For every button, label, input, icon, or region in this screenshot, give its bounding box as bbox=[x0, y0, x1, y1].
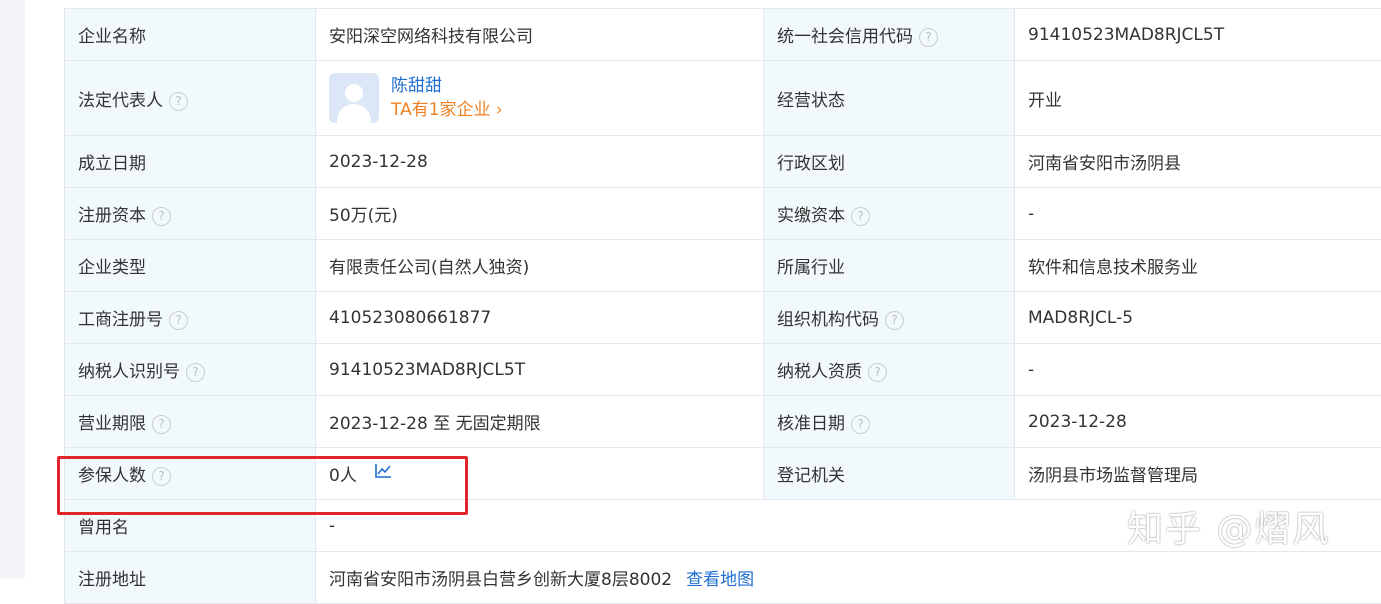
label-admin-region: 行政区划 bbox=[764, 136, 1015, 188]
help-icon[interactable]: ? bbox=[152, 415, 171, 434]
value-taxpayer-id: 91410523MAD8RJCL5T bbox=[316, 344, 764, 396]
table-row: 成立日期 2023-12-28 行政区划 河南省安阳市汤阴县 bbox=[65, 136, 1381, 188]
legal-rep-companies-link[interactable]: TA有1家企业 › bbox=[391, 98, 503, 122]
label-registered-capital: 注册资本? bbox=[65, 188, 316, 240]
label-credit-code: 统一社会信用代码? bbox=[764, 9, 1015, 61]
value-registration-authority: 汤阴县市场监督管理局 bbox=[1015, 448, 1381, 500]
table-row: 企业名称 安阳深空网络科技有限公司 统一社会信用代码? 91410523MAD8… bbox=[65, 9, 1381, 61]
help-icon[interactable]: ? bbox=[851, 415, 870, 434]
value-registration-no: 410523080661877 bbox=[316, 292, 764, 344]
help-icon[interactable]: ? bbox=[919, 28, 938, 47]
trend-chart-icon[interactable] bbox=[374, 463, 392, 484]
table-row: 法定代表人? 陈甜甜 TA有1家企业 › 经营状态 开业 bbox=[65, 61, 1381, 136]
value-credit-code: 91410523MAD8RJCL5T bbox=[1015, 9, 1381, 61]
label-insured-count: 参保人数? bbox=[65, 448, 316, 500]
label-registration-no: 工商注册号? bbox=[65, 292, 316, 344]
value-industry: 软件和信息技术服务业 bbox=[1015, 240, 1381, 292]
watermark: 知乎 @熠风 bbox=[1127, 500, 1330, 552]
label-industry: 所属行业 bbox=[764, 240, 1015, 292]
table-row: 注册地址 河南省安阳市汤阴县白营乡创新大厦8层8002查看地图 bbox=[65, 552, 1381, 604]
label-established-date: 成立日期 bbox=[65, 136, 316, 188]
value-registered-capital: 50万(元) bbox=[316, 188, 764, 240]
value-legal-rep: 陈甜甜 TA有1家企业 › bbox=[316, 61, 764, 136]
label-approval-date: 核准日期? bbox=[764, 396, 1015, 448]
value-approval-date: 2023-12-28 bbox=[1015, 396, 1381, 448]
help-icon[interactable]: ? bbox=[152, 207, 171, 226]
value-admin-region: 河南省安阳市汤阴县 bbox=[1015, 136, 1381, 188]
help-icon[interactable]: ? bbox=[169, 92, 188, 111]
label-legal-rep: 法定代表人? bbox=[65, 61, 316, 136]
table-row: 企业类型 有限责任公司(自然人独资) 所属行业 软件和信息技术服务业 bbox=[65, 240, 1381, 292]
label-business-term: 营业期限? bbox=[65, 396, 316, 448]
value-business-status: 开业 bbox=[1015, 61, 1381, 136]
table-row: 参保人数? 0人 登记机关 汤阴县市场监督管理局 bbox=[65, 448, 1381, 500]
value-business-term: 2023-12-28 至 无固定期限 bbox=[316, 396, 764, 448]
label-taxpayer-qualification: 纳税人资质? bbox=[764, 344, 1015, 396]
avatar[interactable] bbox=[329, 73, 379, 123]
table-row: 营业期限? 2023-12-28 至 无固定期限 核准日期? 2023-12-2… bbox=[65, 396, 1381, 448]
table-row: 注册资本? 50万(元) 实缴资本? - bbox=[65, 188, 1381, 240]
label-taxpayer-id: 纳税人识别号? bbox=[65, 344, 316, 396]
label-org-code: 组织机构代码? bbox=[764, 292, 1015, 344]
value-paid-in-capital: - bbox=[1015, 188, 1381, 240]
value-registered-address: 河南省安阳市汤阴县白营乡创新大厦8层8002查看地图 bbox=[316, 552, 1381, 604]
chevron-right-icon: › bbox=[496, 100, 503, 120]
label-former-name: 曾用名 bbox=[65, 500, 316, 552]
help-icon[interactable]: ? bbox=[885, 311, 904, 330]
value-company-type: 有限责任公司(自然人独资) bbox=[316, 240, 764, 292]
legal-rep-name-link[interactable]: 陈甜甜 bbox=[391, 74, 503, 98]
value-insured-count: 0人 bbox=[316, 448, 764, 500]
value-org-code: MAD8RJCL-5 bbox=[1015, 292, 1381, 344]
table-row: 工商注册号? 410523080661877 组织机构代码? MAD8RJCL-… bbox=[65, 292, 1381, 344]
help-icon[interactable]: ? bbox=[186, 363, 205, 382]
help-icon[interactable]: ? bbox=[169, 311, 188, 330]
value-taxpayer-qualification: - bbox=[1015, 344, 1381, 396]
value-established-date: 2023-12-28 bbox=[316, 136, 764, 188]
label-registered-address: 注册地址 bbox=[65, 552, 316, 604]
help-icon[interactable]: ? bbox=[851, 207, 870, 226]
help-icon[interactable]: ? bbox=[868, 363, 887, 382]
value-company-name: 安阳深空网络科技有限公司 bbox=[316, 9, 764, 61]
label-business-status: 经营状态 bbox=[764, 61, 1015, 136]
label-paid-in-capital: 实缴资本? bbox=[764, 188, 1015, 240]
label-company-type: 企业类型 bbox=[65, 240, 316, 292]
view-map-link[interactable]: 查看地图 bbox=[686, 570, 754, 590]
label-registration-authority: 登记机关 bbox=[764, 448, 1015, 500]
left-gutter bbox=[0, 0, 25, 579]
table-row: 纳税人识别号? 91410523MAD8RJCL5T 纳税人资质? - bbox=[65, 344, 1381, 396]
help-icon[interactable]: ? bbox=[152, 467, 171, 486]
label-company-name: 企业名称 bbox=[65, 9, 316, 61]
